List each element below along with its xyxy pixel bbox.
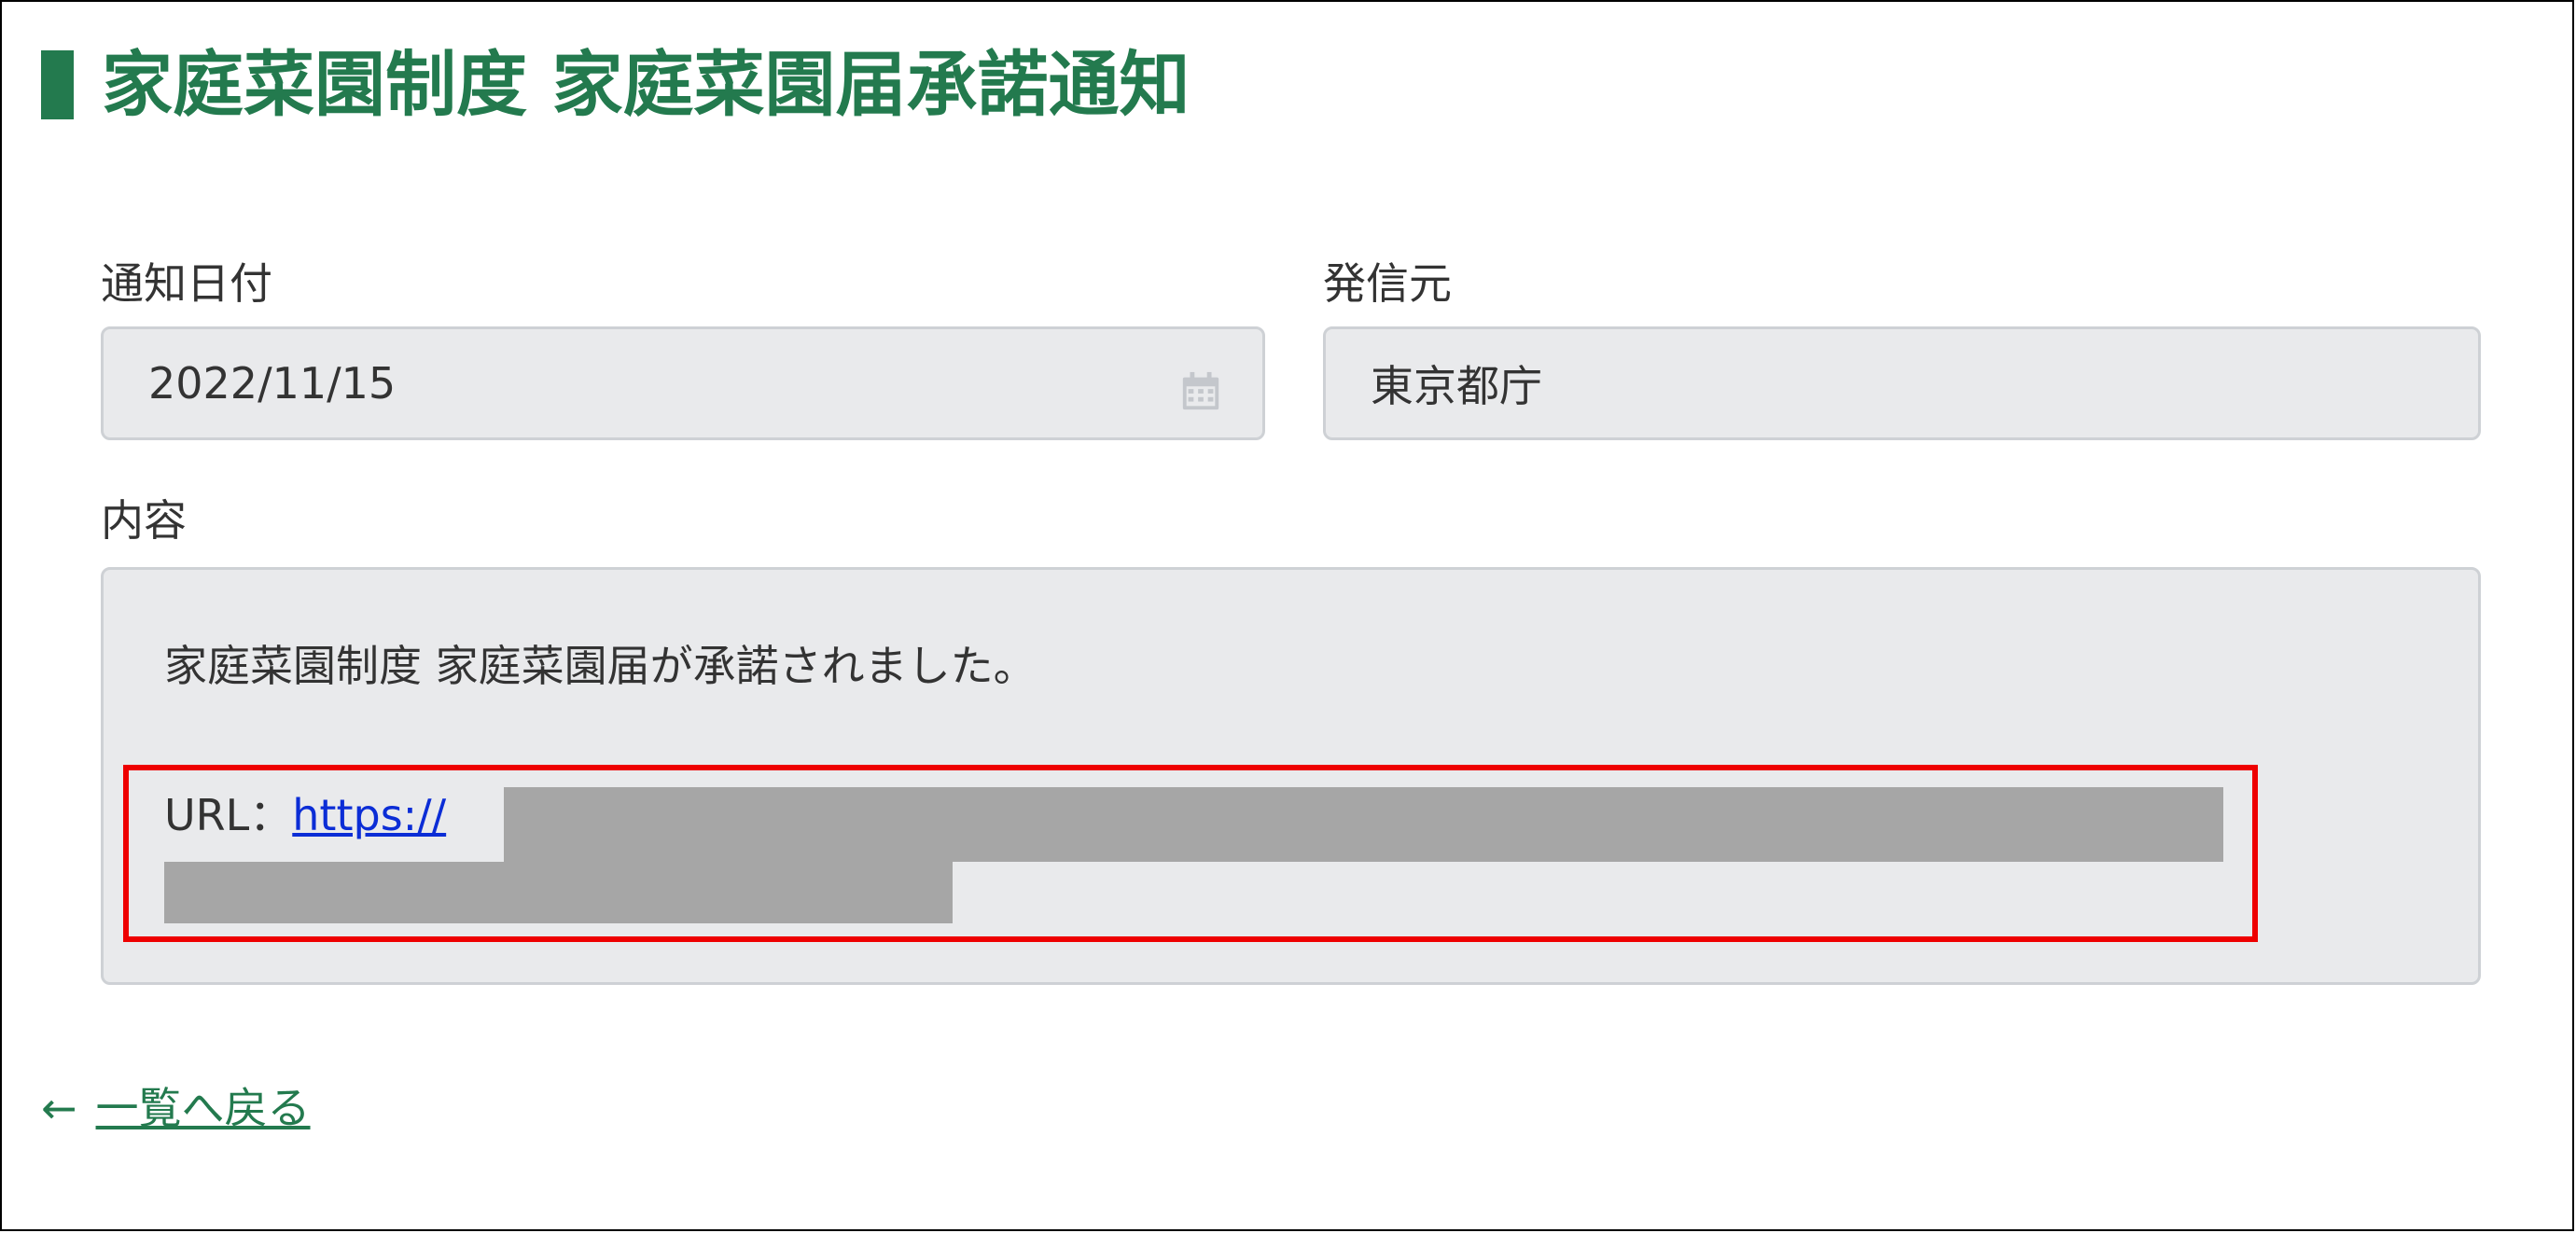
sender-label: 発信元: [1323, 258, 1452, 309]
page-title: 家庭菜園制度 家庭菜園届承諾通知: [102, 43, 1191, 126]
back-nav: ← 一覧へ戻る: [41, 1082, 311, 1134]
calendar-icon[interactable]: [1178, 370, 1223, 413]
date-field[interactable]: 2022/11/15: [101, 326, 1265, 440]
sender-field: 東京都庁: [1323, 326, 2481, 440]
highlight-annotation: [123, 765, 2258, 942]
page-header: 家庭菜園制度 家庭菜園届承諾通知: [41, 43, 1190, 127]
back-arrow-icon: ←: [41, 1083, 77, 1133]
back-to-list-link[interactable]: 一覧へ戻る: [96, 1082, 311, 1134]
title-accent-bar: [41, 50, 74, 119]
date-label: 通知日付: [101, 258, 272, 309]
content-label: 内容: [101, 495, 187, 546]
sender-value: 東京都庁: [1371, 361, 1542, 411]
date-value: 2022/11/15: [148, 358, 397, 409]
content-message: 家庭菜園制度 家庭菜園届が承諾されました。: [164, 641, 1037, 691]
